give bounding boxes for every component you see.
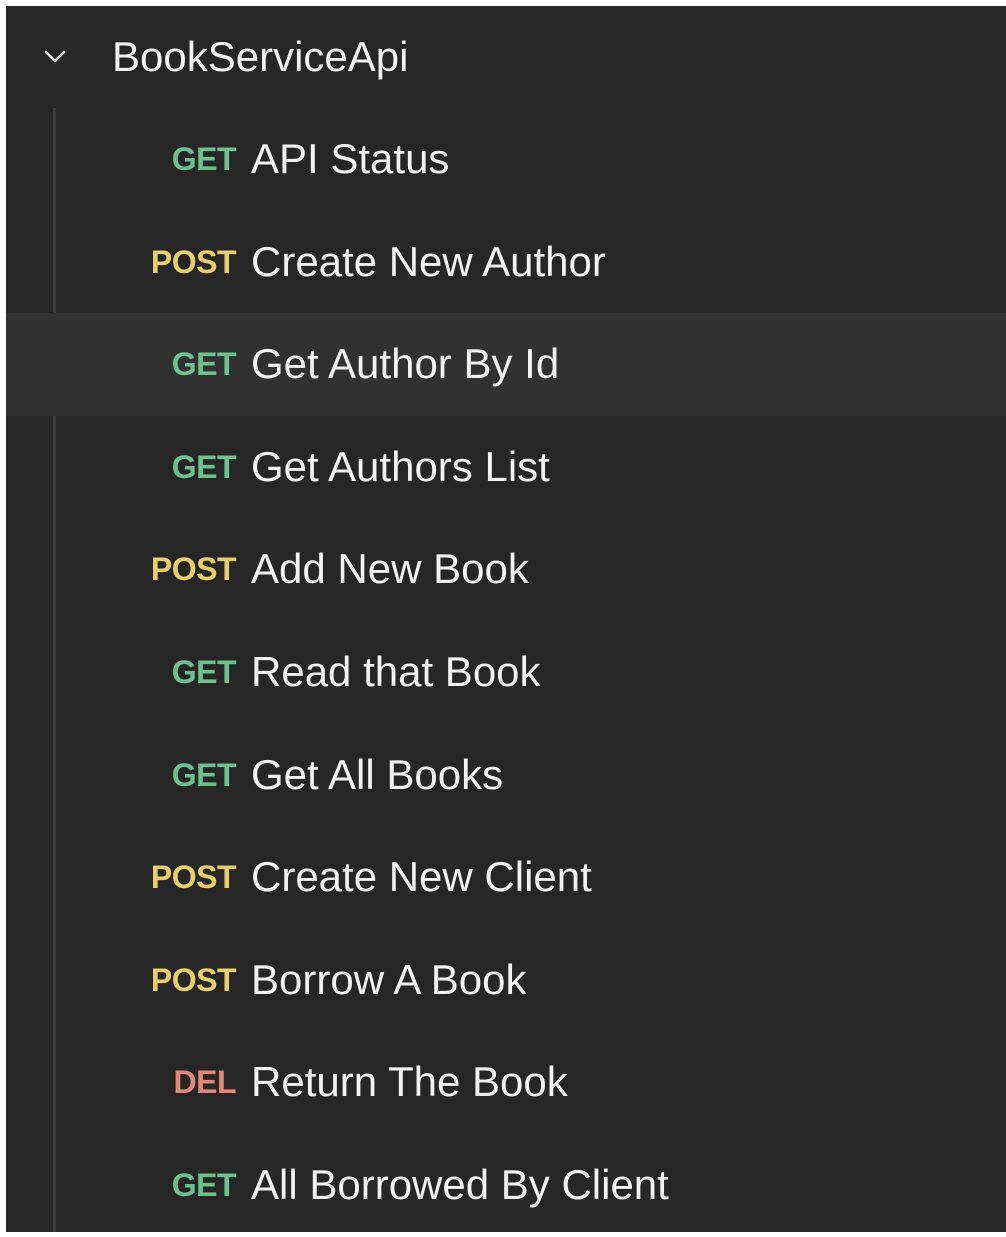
request-name: API Status [251, 135, 450, 182]
request-item[interactable]: GET Get Author By Id [6, 313, 1006, 416]
method-badge: GET [171, 346, 237, 383]
collections-sidebar: BookServiceApi GET API Status POST Creat… [6, 6, 1006, 1232]
request-name: Get Author By Id [251, 340, 560, 388]
request-name: Borrow A Book [251, 955, 527, 1003]
request-item[interactable]: POST Borrow A Book [6, 929, 1006, 1032]
collection-header[interactable]: BookServiceApi [6, 6, 1006, 108]
request-list: GET API Status POST Create New Author GE… [6, 108, 1006, 1237]
request-name: Get All Books [251, 750, 504, 798]
chevron-down-icon[interactable] [40, 42, 70, 72]
request-name: Create New Author [251, 237, 606, 285]
collection-name: BookServiceApi [112, 33, 409, 80]
method-badge: GET [171, 756, 237, 793]
request-item[interactable]: POST Add New Book [6, 518, 1006, 621]
method-badge: GET [171, 653, 237, 690]
method-badge: POST [150, 551, 237, 588]
method-badge: GET [171, 1166, 237, 1203]
method-badge: GET [171, 141, 237, 177]
method-badge: POST [150, 961, 237, 998]
request-item[interactable]: GET Read that Book [6, 621, 1006, 724]
request-name: Create New Client [251, 853, 592, 901]
request-name: Return The Book [251, 1058, 568, 1106]
method-badge: GET [171, 448, 237, 485]
request-name: Add New Book [251, 545, 529, 593]
request-item[interactable]: POST Create New Client [6, 826, 1006, 929]
request-item[interactable]: DEL Return The Book [6, 1031, 1006, 1134]
request-name: Get Authors List [251, 442, 550, 490]
request-item[interactable]: POST Create New Author [6, 211, 1006, 314]
request-item[interactable]: GET API Status [6, 108, 1006, 211]
request-item[interactable]: GET Get All Books [6, 724, 1006, 827]
request-item[interactable]: GET All Borrowed By Client [6, 1134, 1006, 1237]
method-badge: POST [150, 243, 237, 280]
request-name: All Borrowed By Client [251, 1160, 669, 1208]
method-badge: POST [150, 859, 237, 896]
request-item[interactable]: GET Get Authors List [6, 416, 1006, 519]
method-badge: DEL [173, 1064, 237, 1101]
request-name: Read that Book [251, 647, 541, 695]
